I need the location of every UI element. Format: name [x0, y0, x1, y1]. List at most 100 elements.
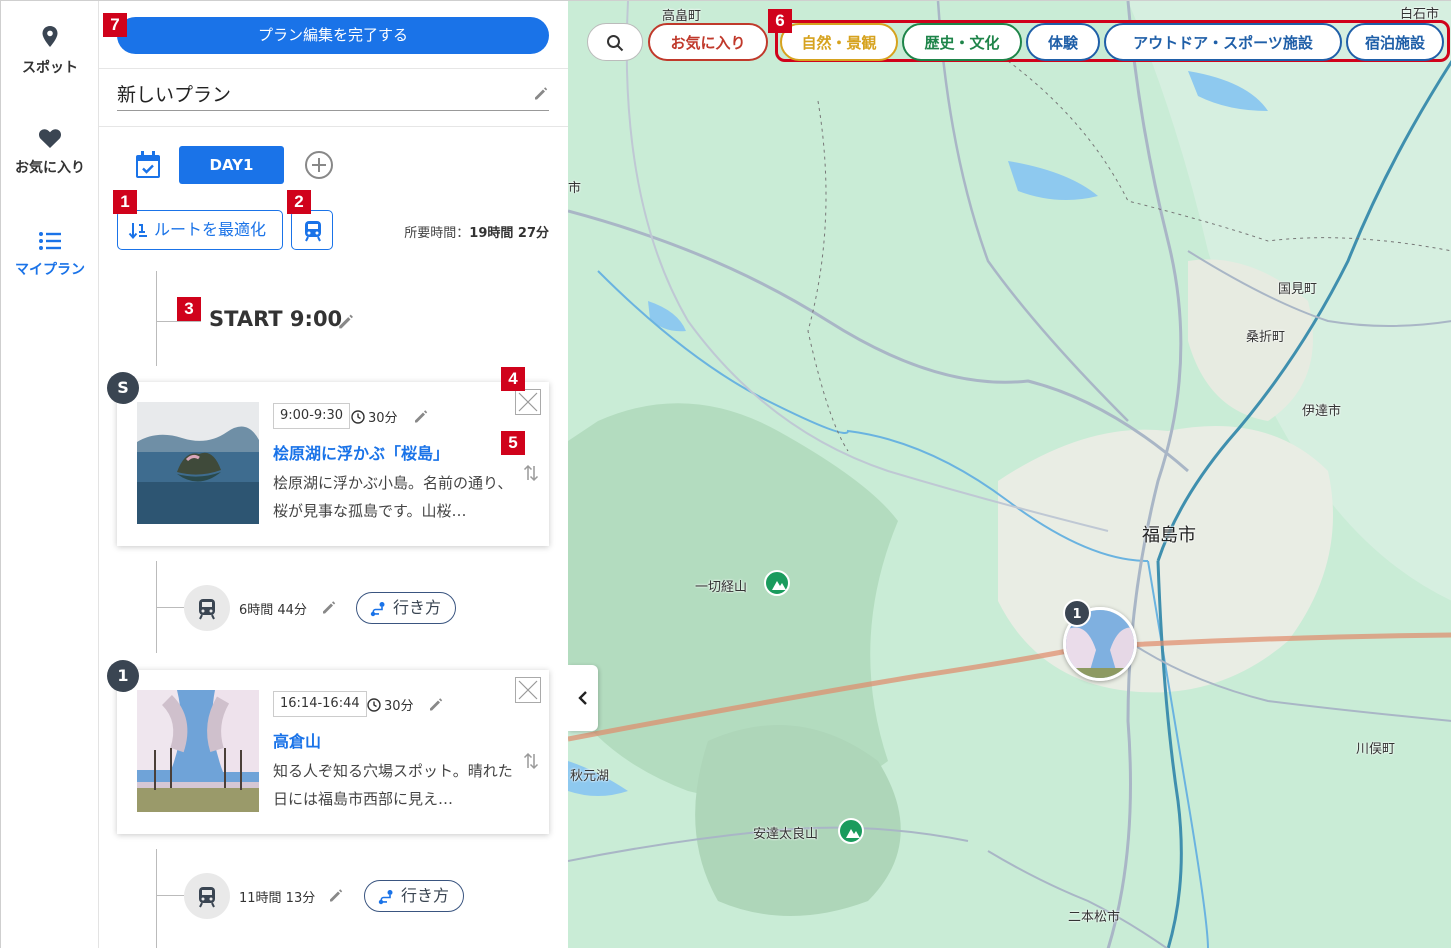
divider — [99, 68, 568, 69]
stay-value: 30分 — [384, 699, 414, 714]
close-icon — [518, 392, 538, 412]
app-frame: スポット お気に入り マイプラン プラン編集を完了する 新しいプラン DAY1 … — [0, 0, 1451, 948]
plan-name-text: 新しいプラン — [117, 84, 232, 106]
move-segment: 6時間 44分 行き方 — [184, 585, 484, 631]
timeline-branch — [156, 321, 201, 322]
complete-edit-button[interactable]: プラン編集を完了する — [117, 17, 549, 54]
annotation-marker: 4 — [501, 367, 525, 391]
calendar-icon — [136, 151, 160, 178]
filter-favorites[interactable]: お気に入り — [648, 23, 768, 61]
clock-icon — [367, 698, 381, 712]
spot-card[interactable]: S 9:00-9:30 30分 桧原湖に浮かぶ「桜島」 桧原湖に浮かぶ小島。名前… — [107, 372, 549, 546]
optimize-route-label: ルートを最適化 — [154, 220, 267, 239]
spot-description: 桧原湖に浮かぶ小島。名前の通り、桜が見事な孤島です。山桜… — [273, 474, 513, 520]
spot-badge: 1 — [107, 660, 139, 692]
map-label: 一切経山 — [695, 580, 748, 595]
train-icon-circle — [184, 585, 230, 631]
pencil-icon[interactable] — [328, 887, 344, 903]
directions-label: 行き方 — [393, 598, 442, 617]
map-label: 国見町 — [1278, 282, 1318, 297]
spot-card[interactable]: 1 16:14-16:44 30分 高倉山 知る人ぞ知る穴場スポット。晴れた日に… — [107, 660, 549, 834]
annotation-marker: 6 — [768, 9, 792, 33]
map-pin-badge: 1 — [1063, 599, 1091, 627]
reorder-icon[interactable] — [523, 464, 539, 482]
mountain-icon[interactable] — [764, 570, 790, 596]
pencil-icon[interactable] — [321, 599, 337, 615]
map-base — [568, 1, 1451, 948]
optimize-route-button[interactable]: ルートを最適化 — [117, 210, 283, 250]
annotation-marker: 7 — [103, 13, 127, 37]
nav-spot[interactable]: スポット — [1, 25, 99, 77]
map-label: 伊達市 — [1302, 404, 1342, 419]
pencil-icon[interactable] — [337, 312, 355, 330]
route-icon — [370, 602, 385, 617]
duration-value: 19時間 27分 — [469, 226, 549, 241]
map-view[interactable]: 高畠町 白石市 市 国見町 桑折町 伊達市 福島市 一切経山 秋元湖 川俣町 安… — [568, 1, 1451, 948]
map-label: 高畠町 — [662, 9, 702, 24]
plan-name-field[interactable]: 新しいプラン — [117, 81, 549, 111]
directions-label: 行き方 — [401, 886, 450, 905]
filter-outdoor[interactable]: アウトドア・スポーツ施設 — [1104, 23, 1342, 61]
nav-myplan[interactable]: マイプラン — [1, 231, 99, 279]
transport-mode-button[interactable] — [291, 210, 333, 250]
nav-favorites[interactable]: お気に入り — [1, 127, 99, 177]
directions-button[interactable]: 行き方 — [364, 880, 465, 912]
reorder-icon[interactable] — [523, 752, 539, 770]
nav-myplan-label: マイプラン — [15, 262, 85, 278]
map-label: 桑折町 — [1246, 330, 1286, 345]
map-label: 市 — [568, 181, 582, 196]
filter-nature[interactable]: 自然・景観 — [780, 23, 898, 61]
route-icon — [378, 890, 393, 905]
pencil-icon[interactable] — [428, 696, 444, 712]
directions-button[interactable]: 行き方 — [356, 592, 457, 624]
spot-badge: S — [107, 372, 139, 404]
map-label: 安達太良山 — [753, 827, 819, 842]
divider — [99, 126, 568, 127]
total-duration: 所要時間：19時間 27分 — [404, 222, 549, 241]
sort-numeric-icon — [128, 223, 147, 240]
timeline-line — [156, 849, 157, 948]
nav-spot-label: スポット — [22, 60, 78, 76]
add-day-icon[interactable] — [304, 150, 334, 180]
plan-panel: プラン編集を完了する 新しいプラン DAY1 ルートを最適化 所要時間：19時間… — [99, 1, 568, 948]
mountain-icon[interactable] — [838, 818, 864, 844]
travel-time: 11時間 13分 — [239, 891, 316, 906]
filter-history[interactable]: 歴史・文化 — [902, 23, 1022, 61]
remove-spot-button[interactable] — [515, 677, 541, 703]
annotation-marker: 1 — [113, 190, 137, 214]
location-pin-icon — [42, 26, 58, 47]
train-icon-circle — [184, 873, 230, 919]
collapse-panel-button[interactable] — [568, 665, 598, 731]
pencil-icon[interactable] — [413, 408, 429, 424]
filter-lodging[interactable]: 宿泊施設 — [1346, 23, 1444, 61]
map-label-city: 福島市 — [1142, 525, 1196, 546]
search-icon — [607, 35, 624, 52]
train-icon — [305, 221, 321, 242]
train-icon — [199, 599, 215, 620]
pencil-icon[interactable] — [533, 85, 549, 101]
annotation-marker: 3 — [177, 297, 201, 321]
list-icon — [39, 232, 61, 250]
spot-title[interactable]: 桧原湖に浮かぶ「桜島」 — [273, 440, 449, 464]
start-time: START 9:00 — [209, 307, 343, 331]
map-label: 川俣町 — [1356, 742, 1396, 757]
remove-spot-button[interactable] — [515, 389, 541, 415]
annotation-marker: 2 — [287, 190, 311, 214]
filter-experience[interactable]: 体験 — [1026, 23, 1100, 61]
travel-time: 6時間 44分 — [239, 603, 307, 618]
timeline-line — [156, 271, 157, 366]
map-search-button[interactable] — [587, 23, 643, 61]
spot-time[interactable]: 16:14-16:44 — [273, 691, 367, 717]
timeline-branch — [156, 895, 184, 896]
map-label: 二本松市 — [1068, 910, 1121, 925]
stay-duration: 30分 — [367, 695, 414, 714]
chevron-left-icon — [578, 691, 587, 705]
close-icon — [518, 680, 538, 700]
spot-title[interactable]: 高倉山 — [273, 728, 321, 752]
spot-time[interactable]: 9:00-9:30 — [273, 403, 351, 429]
train-icon — [199, 887, 215, 908]
timeline-branch — [156, 607, 184, 608]
move-segment: 11時間 13分 行き方 — [184, 873, 484, 919]
nav-favorites-label: お気に入り — [15, 160, 85, 176]
tab-day1[interactable]: DAY1 — [179, 146, 284, 184]
